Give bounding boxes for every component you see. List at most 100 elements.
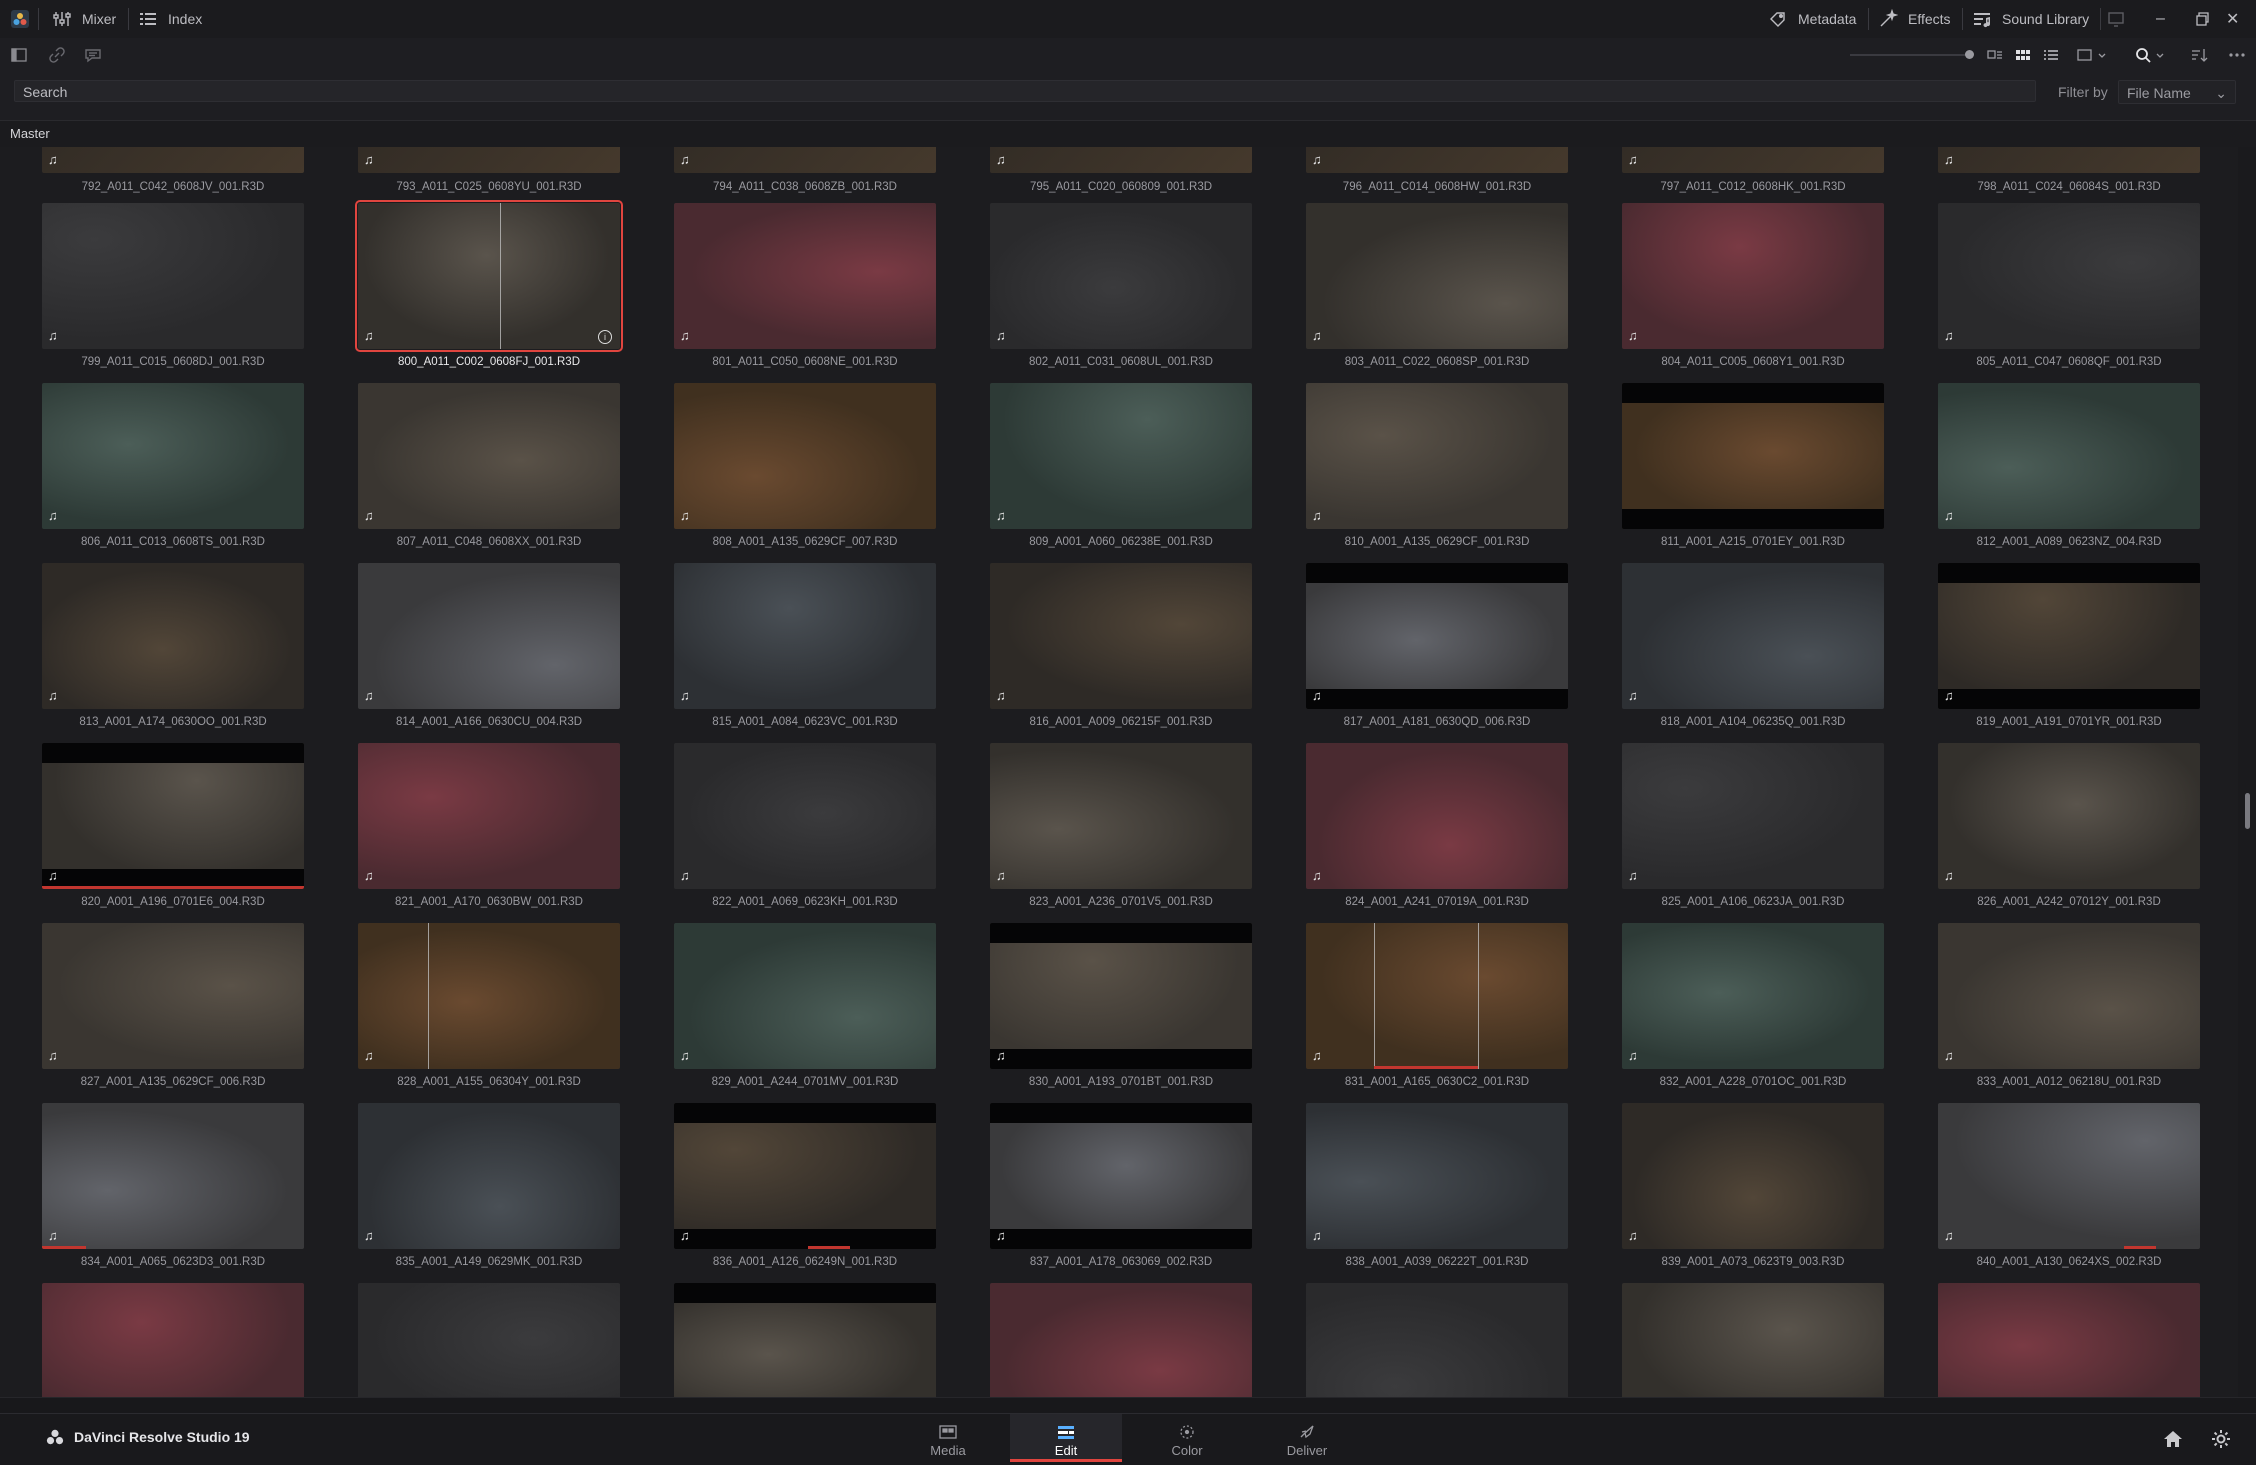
panel-divider[interactable] bbox=[0, 1397, 2256, 1414]
clip-item[interactable]: ♫ 836_A001_A126_06249N_001.R3D bbox=[674, 1103, 936, 1268]
clip-item[interactable] bbox=[1622, 1283, 1884, 1397]
speech-bubble-icon[interactable] bbox=[82, 44, 104, 66]
page-media[interactable]: Media bbox=[892, 1414, 1004, 1462]
list-view-icon[interactable] bbox=[2040, 44, 2062, 66]
clip-thumbnail[interactable]: ♫ bbox=[990, 383, 1252, 529]
clip-thumbnail[interactable]: ♫ bbox=[990, 203, 1252, 349]
clip-item[interactable]: ♫ 806_A011_C013_0608TS_001.R3D bbox=[42, 383, 304, 548]
clip-thumbnail[interactable]: ♫ bbox=[1938, 1103, 2200, 1249]
clip-item[interactable]: ♫ 840_A001_A130_0624XS_002.R3D bbox=[1938, 1103, 2200, 1268]
clip-thumbnail[interactable]: ♫ bbox=[1622, 923, 1884, 1069]
effects-button[interactable]: Effects bbox=[1878, 0, 1951, 38]
clip-thumbnail[interactable] bbox=[358, 1283, 620, 1397]
clip-thumbnail[interactable]: ♫ bbox=[1306, 563, 1568, 709]
clip-thumbnail[interactable]: ♫ bbox=[674, 743, 936, 889]
metadata-button[interactable]: Metadata bbox=[1768, 0, 1856, 38]
clip-item[interactable]: ♫ 823_A001_A236_0701V5_001.R3D bbox=[990, 743, 1252, 908]
clip-thumbnail[interactable]: ♫ bbox=[990, 147, 1252, 173]
clip-thumbnail[interactable]: ♫ bbox=[358, 563, 620, 709]
clip-item[interactable]: ♫ 821_A001_A170_0630BW_001.R3D bbox=[358, 743, 620, 908]
clip-thumbnail[interactable]: ♫ bbox=[674, 147, 936, 173]
clip-thumbnail[interactable]: ♫ bbox=[674, 563, 936, 709]
clip-thumbnail[interactable]: ♫ bbox=[1306, 1103, 1568, 1249]
clip-thumbnail[interactable]: ♫ bbox=[674, 1103, 936, 1249]
clip-item[interactable]: ♫ 831_A001_A165_0630C2_001.R3D bbox=[1306, 923, 1568, 1088]
page-edit[interactable]: Edit bbox=[1010, 1414, 1122, 1462]
clip-thumbnail[interactable]: ♫ bbox=[990, 743, 1252, 889]
minimize-button[interactable]: – bbox=[2156, 0, 2165, 38]
clip-thumbnail[interactable]: ♫ bbox=[1938, 923, 2200, 1069]
clip-thumbnail[interactable]: ♫ bbox=[42, 383, 304, 529]
clip-thumbnail[interactable]: ♫ bbox=[42, 743, 304, 889]
clip-thumbnail[interactable]: ♫ bbox=[42, 923, 304, 1069]
clip-info-icon[interactable]: i bbox=[598, 330, 612, 344]
thumbnail-view-icon[interactable] bbox=[2012, 44, 2034, 66]
clip-item[interactable] bbox=[990, 1283, 1252, 1397]
clip-item[interactable]: 811_A001_A215_0701EY_001.R3D bbox=[1622, 383, 1884, 548]
clip-item[interactable]: ♫ 828_A001_A155_06304Y_001.R3D bbox=[358, 923, 620, 1088]
app-logo-icon[interactable] bbox=[10, 0, 30, 38]
clip-thumbnail[interactable]: ♫ bbox=[358, 383, 620, 529]
clip-thumbnail[interactable]: ♫ bbox=[1622, 743, 1884, 889]
clip-thumbnail[interactable] bbox=[42, 1283, 304, 1397]
clip-item[interactable]: ♫ 816_A001_A009_06215F_001.R3D bbox=[990, 563, 1252, 728]
clip-item[interactable]: ♫ 812_A001_A089_0623NZ_004.R3D bbox=[1938, 383, 2200, 548]
clip-item[interactable]: ♫ 810_A001_A135_0629CF_001.R3D bbox=[1306, 383, 1568, 548]
clip-thumbnail[interactable] bbox=[990, 1283, 1252, 1397]
more-icon[interactable] bbox=[2226, 44, 2248, 66]
clip-item[interactable]: ♫ 824_A001_A241_07019A_001.R3D bbox=[1306, 743, 1568, 908]
gear-icon[interactable] bbox=[2210, 1428, 2232, 1450]
clip-thumbnail[interactable]: ♫ bbox=[1306, 923, 1568, 1069]
clip-item[interactable]: ♫ 807_A011_C048_0608XX_001.R3D bbox=[358, 383, 620, 548]
clip-item[interactable]: ♫ 820_A001_A196_0701E6_004.R3D bbox=[42, 743, 304, 908]
mixer-button[interactable]: Mixer bbox=[52, 0, 116, 38]
workspace-icon[interactable] bbox=[2106, 0, 2126, 38]
clip-thumbnail[interactable]: ♫ bbox=[42, 563, 304, 709]
clip-thumbnail[interactable] bbox=[1306, 1283, 1568, 1397]
clip-item[interactable]: ♫ 837_A001_A178_063069_002.R3D bbox=[990, 1103, 1252, 1268]
clip-thumbnail[interactable]: ♫ bbox=[1938, 383, 2200, 529]
clip-item[interactable]: ♫ 826_A001_A242_07012Y_001.R3D bbox=[1938, 743, 2200, 908]
clip-thumbnail[interactable]: ♫ bbox=[1306, 743, 1568, 889]
clip-item[interactable]: ♫ 798_A011_C024_06084S_001.R3D bbox=[1938, 147, 2200, 193]
clip-item[interactable]: ♫ 834_A001_A065_0623D3_001.R3D bbox=[42, 1103, 304, 1268]
page-deliver[interactable]: Deliver bbox=[1251, 1414, 1363, 1462]
clip-item[interactable]: ♫ 815_A001_A084_0623VC_001.R3D bbox=[674, 563, 936, 728]
zoom-slider[interactable] bbox=[1850, 50, 1974, 59]
clip-item[interactable]: ♫ 799_A011_C015_0608DJ_001.R3D bbox=[42, 203, 304, 368]
clip-item[interactable]: ♫ 797_A011_C012_0608HK_001.R3D bbox=[1622, 147, 1884, 193]
clip-thumbnail[interactable]: ♫ bbox=[1622, 147, 1884, 173]
clip-item[interactable]: ♫ 801_A011_C050_0608NE_001.R3D bbox=[674, 203, 936, 368]
clip-item[interactable] bbox=[1306, 1283, 1568, 1397]
clip-thumbnail[interactable]: ♫ bbox=[674, 923, 936, 1069]
clip-item[interactable]: ♫ 819_A001_A191_0701YR_001.R3D bbox=[1938, 563, 2200, 728]
clip-item[interactable]: ♫ 796_A011_C014_0608HW_001.R3D bbox=[1306, 147, 1568, 193]
clip-thumbnail[interactable]: ♫ bbox=[42, 203, 304, 349]
home-icon[interactable] bbox=[2162, 1428, 2184, 1450]
clip-item[interactable]: ♫ 794_A011_C038_0608ZB_001.R3D bbox=[674, 147, 936, 193]
clip-item[interactable]: ♫ 822_A001_A069_0623KH_001.R3D bbox=[674, 743, 936, 908]
clip-item[interactable]: ♫ 809_A001_A060_06238E_001.R3D bbox=[990, 383, 1252, 548]
clip-thumbnail[interactable]: ♫ bbox=[1938, 147, 2200, 173]
clip-thumbnail[interactable]: ♫ bbox=[1622, 1103, 1884, 1249]
sound-library-button[interactable]: Sound Library bbox=[1972, 0, 2089, 38]
clip-thumbnail[interactable]: ♫ bbox=[1938, 743, 2200, 889]
clip-item[interactable]: ♫ 839_A001_A073_0623T9_003.R3D bbox=[1622, 1103, 1884, 1268]
clip-item[interactable]: ♫ 838_A001_A039_06222T_001.R3D bbox=[1306, 1103, 1568, 1268]
sort-icon[interactable] bbox=[2188, 44, 2210, 66]
clip-item[interactable]: ♫ 803_A011_C022_0608SP_001.R3D bbox=[1306, 203, 1568, 368]
scrollbar-thumb[interactable] bbox=[2245, 793, 2250, 829]
bin-name[interactable]: Master bbox=[10, 126, 50, 141]
clip-item[interactable]: ♫ 802_A011_C031_0608UL_001.R3D bbox=[990, 203, 1252, 368]
clip-thumbnail[interactable]: ♫ bbox=[42, 147, 304, 173]
clip-thumbnail[interactable]: ♫ bbox=[990, 563, 1252, 709]
clip-item[interactable]: ♫ 808_A001_A135_0629CF_007.R3D bbox=[674, 383, 936, 548]
clip-thumbnail[interactable]: ♫ bbox=[1306, 203, 1568, 349]
clip-item[interactable]: ♫ 827_A001_A135_0629CF_006.R3D bbox=[42, 923, 304, 1088]
clip-thumbnail[interactable] bbox=[674, 1283, 936, 1397]
filter-by-select[interactable]: File Name ⌄ bbox=[2118, 80, 2236, 104]
clip-thumbnail[interactable] bbox=[1938, 1283, 2200, 1397]
clip-item[interactable]: ♫ 814_A001_A166_0630CU_004.R3D bbox=[358, 563, 620, 728]
close-button[interactable]: ✕ bbox=[2226, 0, 2239, 38]
clip-thumbnail[interactable]: ♫ bbox=[358, 1103, 620, 1249]
